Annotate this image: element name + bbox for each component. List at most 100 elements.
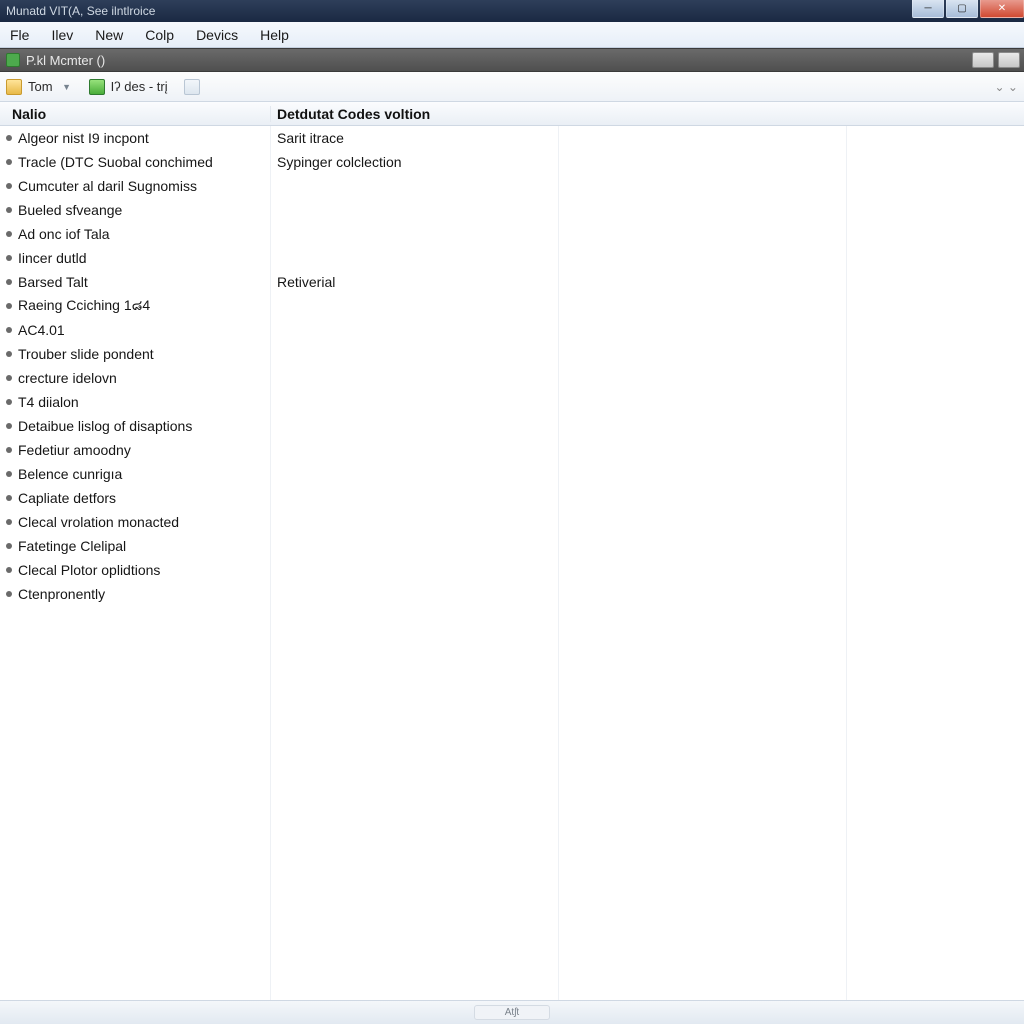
cell-name-text: Capliate detfors <box>18 490 116 506</box>
menubar: Fle Ilev New Colp Devics Help <box>0 22 1024 48</box>
maximize-button[interactable]: ▢ <box>946 0 978 18</box>
cell-name: crecture idelovn <box>0 370 270 386</box>
chevron-down-icon[interactable]: ▼ <box>59 79 75 95</box>
table-row[interactable]: Belence cunrigıa <box>0 462 1024 486</box>
cell-name: Fedetiur amoodny <box>0 442 270 458</box>
row-bullet-icon <box>6 375 12 381</box>
cell-name-text: Belence cunrigıa <box>18 466 122 482</box>
folder-icon[interactable] <box>6 79 22 95</box>
row-bullet-icon <box>6 279 12 285</box>
cell-name: Capliate detfors <box>0 490 270 506</box>
menu-file[interactable]: Fle <box>6 25 33 45</box>
cell-name-text: Clecal vrolation monacted <box>18 514 179 530</box>
table-body: Algeor nist I9 incpont Sarit itrace Tracle… <box>0 126 1024 1000</box>
cell-name-text: crecture idelovn <box>18 370 117 386</box>
cell-code: Retiverial <box>270 274 1024 290</box>
table-row[interactable]: Clecal Plotor oplidtions <box>0 558 1024 582</box>
table-row[interactable]: Tracle (DTC Suobal conchimed Sypinger col… <box>0 150 1024 174</box>
table-row[interactable]: Iincer dutld <box>0 246 1024 270</box>
cell-name-text: Clecal Plotor oplidtions <box>18 562 160 578</box>
cell-code: Sarit itrace <box>270 130 1024 146</box>
cell-name: Ctenpronently <box>0 586 270 602</box>
content-area: Nalio Detdutat Codes voltion Algeor nist… <box>0 102 1024 1000</box>
row-bullet-icon <box>6 495 12 501</box>
col-divider-1 <box>270 126 271 1000</box>
row-bullet-icon <box>6 519 12 525</box>
menu-ilev[interactable]: Ilev <box>47 25 77 45</box>
toolbar-collapse[interactable]: ⌄ ⌄ <box>995 80 1018 94</box>
toolbar-tom-label[interactable]: Tom <box>28 79 53 94</box>
cell-name-text: Detaibue lislog of disaptions <box>18 418 192 434</box>
row-bullet-icon <box>6 135 12 141</box>
minimize-button[interactable]: ─ <box>912 0 944 18</box>
table-row[interactable]: Capliate detfors <box>0 486 1024 510</box>
cell-name: Trouber slide pondent <box>0 346 270 362</box>
table-row[interactable]: AC4.01 <box>0 318 1024 342</box>
row-bullet-icon <box>6 207 12 213</box>
module-label: P.kl Mcmter () <box>26 53 105 68</box>
row-bullet-icon <box>6 303 12 309</box>
table-row[interactable]: Barsed TaltRetiverial <box>0 270 1024 294</box>
cell-name: T4 diialon <box>0 394 270 410</box>
table-row[interactable]: Cumcuter al daril Sugnomiss <box>0 174 1024 198</box>
table-row[interactable]: Trouber slide pondent <box>0 342 1024 366</box>
titlebar[interactable]: Munatd VIT(A, See ilntlroice ─ ▢ ✕ <box>0 0 1024 22</box>
toolbar: Tom ▼ Iʔ des - trį ⌄ ⌄ <box>0 72 1024 102</box>
cell-name-text: Cumcuter al daril Sugnomiss <box>18 178 197 194</box>
cell-name: Bueled sfveange <box>0 202 270 218</box>
table-row[interactable]: Fatetinge Clelipal <box>0 534 1024 558</box>
cell-name-text: Algeor nist I9 incpont <box>18 130 149 146</box>
menu-new[interactable]: New <box>91 25 127 45</box>
cell-name-text: Ad onc iof Tala <box>18 226 110 242</box>
cell-name-text: Tracle (DTC Suobal conchimed <box>18 154 213 170</box>
cell-name: Barsed Talt <box>0 274 270 290</box>
table-row[interactable]: Fedetiur amoodny <box>0 438 1024 462</box>
cell-name: Algeor nist I9 incpont <box>0 130 270 146</box>
table-row[interactable]: Algeor nist I9 incpont Sarit itrace <box>0 126 1024 150</box>
table-row[interactable]: Clecal vrolation monacted <box>0 510 1024 534</box>
table-row[interactable]: Detaibue lislog of disaptions <box>0 414 1024 438</box>
col-divider-2 <box>558 126 559 1000</box>
cell-name-text: Fatetinge Clelipal <box>18 538 126 554</box>
row-bullet-icon <box>6 183 12 189</box>
col-header-name[interactable]: Nalio <box>0 106 270 122</box>
cell-name: Fatetinge Clelipal <box>0 538 270 554</box>
refresh-icon[interactable] <box>89 79 105 95</box>
cell-name: Iincer dutld <box>0 250 270 266</box>
cell-name: Cumcuter al daril Sugnomiss <box>0 178 270 194</box>
row-bullet-icon <box>6 255 12 261</box>
cell-name: Clecal Plotor oplidtions <box>0 562 270 578</box>
table-row[interactable]: Ctenpronently <box>0 582 1024 606</box>
toolbar-des-label[interactable]: Iʔ des - trį <box>111 79 168 94</box>
new-doc-icon[interactable] <box>184 79 200 95</box>
table-row[interactable]: crecture idelovn <box>0 366 1024 390</box>
cell-code: Sypinger colclection <box>270 154 1024 170</box>
table-row[interactable]: Raeing Cciching 1๘4 <box>0 294 1024 318</box>
status-pill[interactable]: Atʃt <box>474 1005 550 1020</box>
subtool-btn-1[interactable] <box>972 52 994 68</box>
cell-name-text: Trouber slide pondent <box>18 346 154 362</box>
table-header: Nalio Detdutat Codes voltion <box>0 102 1024 126</box>
cell-name-text: Fedetiur amoodny <box>18 442 131 458</box>
cell-name-text: Ctenpronently <box>18 586 105 602</box>
menu-colp[interactable]: Colp <box>141 25 178 45</box>
cell-name: Clecal vrolation monacted <box>0 514 270 530</box>
row-bullet-icon <box>6 471 12 477</box>
cell-name-text: T4 diialon <box>18 394 79 410</box>
cell-name: AC4.01 <box>0 322 270 338</box>
row-bullet-icon <box>6 399 12 405</box>
cell-name-text: Bueled sfveange <box>18 202 122 218</box>
app-window: Munatd VIT(A, See ilntlroice ─ ▢ ✕ Fle I… <box>0 0 1024 1024</box>
sub-toolbar: P.kl Mcmter () <box>0 48 1024 72</box>
cell-name-text: AC4.01 <box>18 322 65 338</box>
menu-devics[interactable]: Devics <box>192 25 242 45</box>
table-row[interactable]: Bueled sfveange <box>0 198 1024 222</box>
table-row[interactable]: T4 diialon <box>0 390 1024 414</box>
cell-name: Detaibue lislog of disaptions <box>0 418 270 434</box>
close-button[interactable]: ✕ <box>980 0 1024 18</box>
menu-help[interactable]: Help <box>256 25 293 45</box>
table-row[interactable]: Ad onc iof Tala <box>0 222 1024 246</box>
col-header-code[interactable]: Detdutat Codes voltion <box>270 106 1024 122</box>
cell-name: Tracle (DTC Suobal conchimed <box>0 154 270 170</box>
subtool-btn-2[interactable] <box>998 52 1020 68</box>
